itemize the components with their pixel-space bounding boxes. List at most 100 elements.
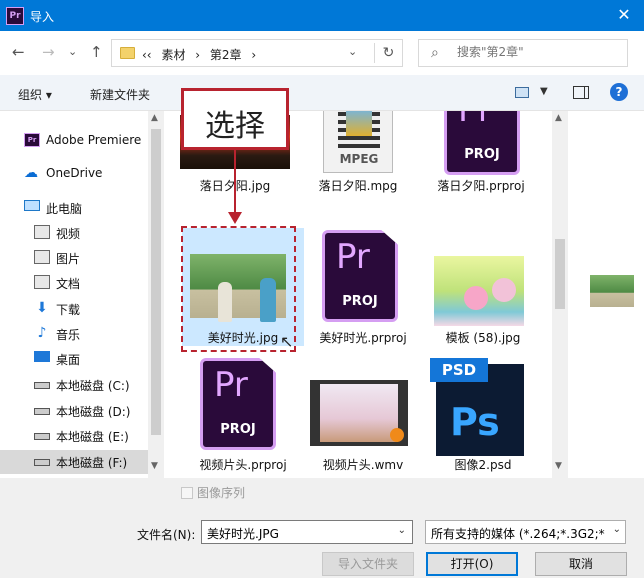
help-icon[interactable]: ?: [610, 83, 628, 101]
image-sequence-label: 图像序列: [197, 486, 246, 500]
file-item-template-jpg[interactable]: 模板 (58).jpg: [422, 228, 544, 346]
sidebar-item-label: 桌面: [56, 353, 81, 367]
sidebar-item-drive-f[interactable]: 本地磁盘 (F:): [0, 450, 148, 474]
sidebar-item-onedrive[interactable]: ☁ OneDrive: [0, 162, 148, 186]
mouse-cursor-icon: ↖: [280, 332, 294, 351]
annotation-callout: 选择: [181, 88, 289, 150]
file-item-image2-psd[interactable]: PSD Ps 图像2.psd: [422, 356, 544, 474]
file-item-sunset-mpg[interactable]: MPEG 落日夕阳.mpg: [297, 111, 419, 203]
sidebar-item-drive-d[interactable]: 本地磁盘 (D:): [0, 399, 148, 423]
sidebar-item-documents[interactable]: 文档: [0, 271, 148, 295]
filter-value: 所有支持的媒体 (*.264;*.3G2;*: [431, 527, 605, 541]
drive-icon: [34, 433, 50, 440]
premiere-icon: Pr: [24, 133, 40, 147]
sidebar-item-adobe-premiere[interactable]: Pr Adobe Premiere: [0, 129, 148, 153]
premiere-project-icon: PrPROJ: [444, 111, 520, 175]
scroll-up-icon[interactable]: ▲: [555, 113, 562, 123]
open-button[interactable]: 打开(O): [426, 552, 518, 576]
sidebar-item-videos[interactable]: 视频: [0, 221, 148, 245]
file-name: 视频片头.wmv: [322, 458, 404, 472]
file-name: 图像2.psd: [454, 458, 512, 472]
scroll-down-icon[interactable]: ▼: [555, 461, 562, 471]
breadcrumb-item-chapter2[interactable]: 第2章: [210, 48, 242, 62]
breadcrumb-separator: ›: [251, 48, 257, 62]
organize-button[interactable]: 组织 ▾: [18, 86, 52, 103]
image-sequence-checkbox[interactable]: 图像序列: [181, 484, 245, 501]
sidebar-item-downloads[interactable]: ⬇ 下载: [0, 297, 148, 321]
sidebar-item-music[interactable]: ♪ 音乐: [0, 322, 148, 346]
scroll-thumb[interactable]: [151, 129, 161, 435]
address-bar[interactable]: ‹‹ 素材 › 第2章 › ⌄ ↻: [111, 39, 403, 67]
file-item-sunset-prproj[interactable]: PrPROJ 落日夕阳.prproj: [420, 111, 542, 203]
back-arrow-icon[interactable]: ←: [12, 43, 25, 61]
image-thumbnail: [434, 256, 524, 326]
close-icon[interactable]: ✕: [612, 3, 636, 27]
scroll-thumb[interactable]: [555, 239, 565, 309]
sidebar-item-desktop[interactable]: 桌面: [0, 347, 148, 371]
drive-icon: [34, 408, 50, 415]
search-box[interactable]: ⌕: [418, 39, 628, 67]
sidebar-item-pictures[interactable]: 图片: [0, 246, 148, 270]
navigation-pane: Pr Adobe Premiere ☁ OneDrive 此电脑 视频 图片 文…: [0, 111, 164, 478]
window-title: 导入: [30, 10, 55, 24]
sidebar-item-label: OneDrive: [46, 166, 103, 180]
preview-pane-icon[interactable]: [573, 86, 589, 99]
premiere-project-icon: PrPROJ: [322, 230, 398, 322]
sidebar-item-drive-c[interactable]: 本地磁盘 (C:): [0, 373, 148, 397]
search-input[interactable]: [457, 45, 617, 59]
sidebar-item-label: 视频: [56, 227, 81, 241]
breadcrumb-overflow[interactable]: ‹‹: [142, 48, 152, 62]
chevron-down-icon[interactable]: ⌄: [348, 45, 357, 58]
premiere-app-icon: Pr: [6, 7, 24, 25]
file-item-meihao-prproj[interactable]: Pr PROJ 美好时光.prproj: [302, 228, 424, 346]
video-icon: [34, 225, 50, 239]
breadcrumb-separator: ›: [195, 48, 201, 62]
breadcrumb-item-sucai[interactable]: 素材: [161, 48, 185, 62]
annotation-label: 选择: [205, 109, 265, 144]
navigation-bar: ← → ⌄ ↑ ‹‹ 素材 › 第2章 › ⌄ ↻ ⌕: [0, 31, 644, 75]
pictures-icon: [34, 250, 50, 264]
sidebar-item-label: 本地磁盘 (C:): [56, 379, 130, 393]
forward-arrow-icon[interactable]: →: [42, 43, 55, 61]
sidebar-item-drive-e[interactable]: 本地磁盘 (E:): [0, 424, 148, 448]
refresh-icon[interactable]: ↻: [374, 43, 402, 63]
scroll-down-icon[interactable]: ▼: [151, 461, 158, 471]
sidebar-item-label: 本地磁盘 (F:): [56, 456, 128, 470]
sidebar-scrollbar[interactable]: ▲ ▼: [148, 111, 164, 478]
drive-icon: [34, 459, 50, 466]
chevron-down-icon[interactable]: ▼: [540, 86, 548, 97]
view-mode-icon[interactable]: [515, 87, 529, 98]
content-scrollbar[interactable]: ▲ ▼: [552, 111, 568, 478]
sidebar-item-label: 图片: [56, 252, 81, 266]
file-item-intro-prproj[interactable]: Pr PROJ 视频片头.prproj: [182, 356, 304, 474]
chevron-down-icon[interactable]: ⌄: [609, 524, 621, 535]
mpeg-file-icon: MPEG: [323, 111, 393, 173]
file-type-filter[interactable]: 所有支持的媒体 (*.264;*.3G2;* ⌄: [425, 520, 626, 544]
pc-icon: [24, 200, 40, 211]
download-icon: ⬇: [36, 300, 48, 316]
file-name: 落日夕阳.mpg: [318, 179, 398, 193]
filename-field[interactable]: 美好时光.JPG ⌄: [201, 520, 413, 544]
sidebar-item-this-pc[interactable]: 此电脑: [0, 196, 148, 220]
cancel-button[interactable]: 取消: [535, 552, 627, 576]
chevron-down-icon[interactable]: ⌄: [398, 525, 406, 536]
sidebar-item-label: 本地磁盘 (E:): [56, 430, 129, 444]
photoshop-file-icon: PSD Ps: [430, 358, 524, 456]
scroll-up-icon[interactable]: ▲: [151, 113, 158, 123]
recent-locations-icon[interactable]: ⌄: [68, 45, 77, 58]
up-arrow-icon[interactable]: ↑: [90, 43, 103, 61]
music-icon: ♪: [37, 325, 47, 341]
annotation-arrowhead: [228, 212, 242, 224]
sidebar-item-label: 音乐: [56, 328, 81, 342]
file-name: 美好时光.prproj: [319, 331, 407, 345]
file-item-intro-wmv[interactable]: 视频片头.wmv: [302, 356, 424, 474]
file-name: 视频片头.prproj: [199, 458, 287, 472]
new-folder-button[interactable]: 新建文件夹: [90, 86, 150, 103]
checkbox-icon: [181, 487, 193, 499]
dialog-footer: 图像序列 文件名(N): 美好时光.JPG ⌄ 所有支持的媒体 (*.264;*…: [0, 478, 644, 578]
import-folder-button[interactable]: 导入文件夹: [322, 552, 414, 576]
play-icon: [390, 428, 404, 442]
sidebar-item-label: 下载: [56, 303, 81, 317]
search-icon: ⌕: [431, 45, 439, 61]
preview-image: [590, 275, 634, 307]
